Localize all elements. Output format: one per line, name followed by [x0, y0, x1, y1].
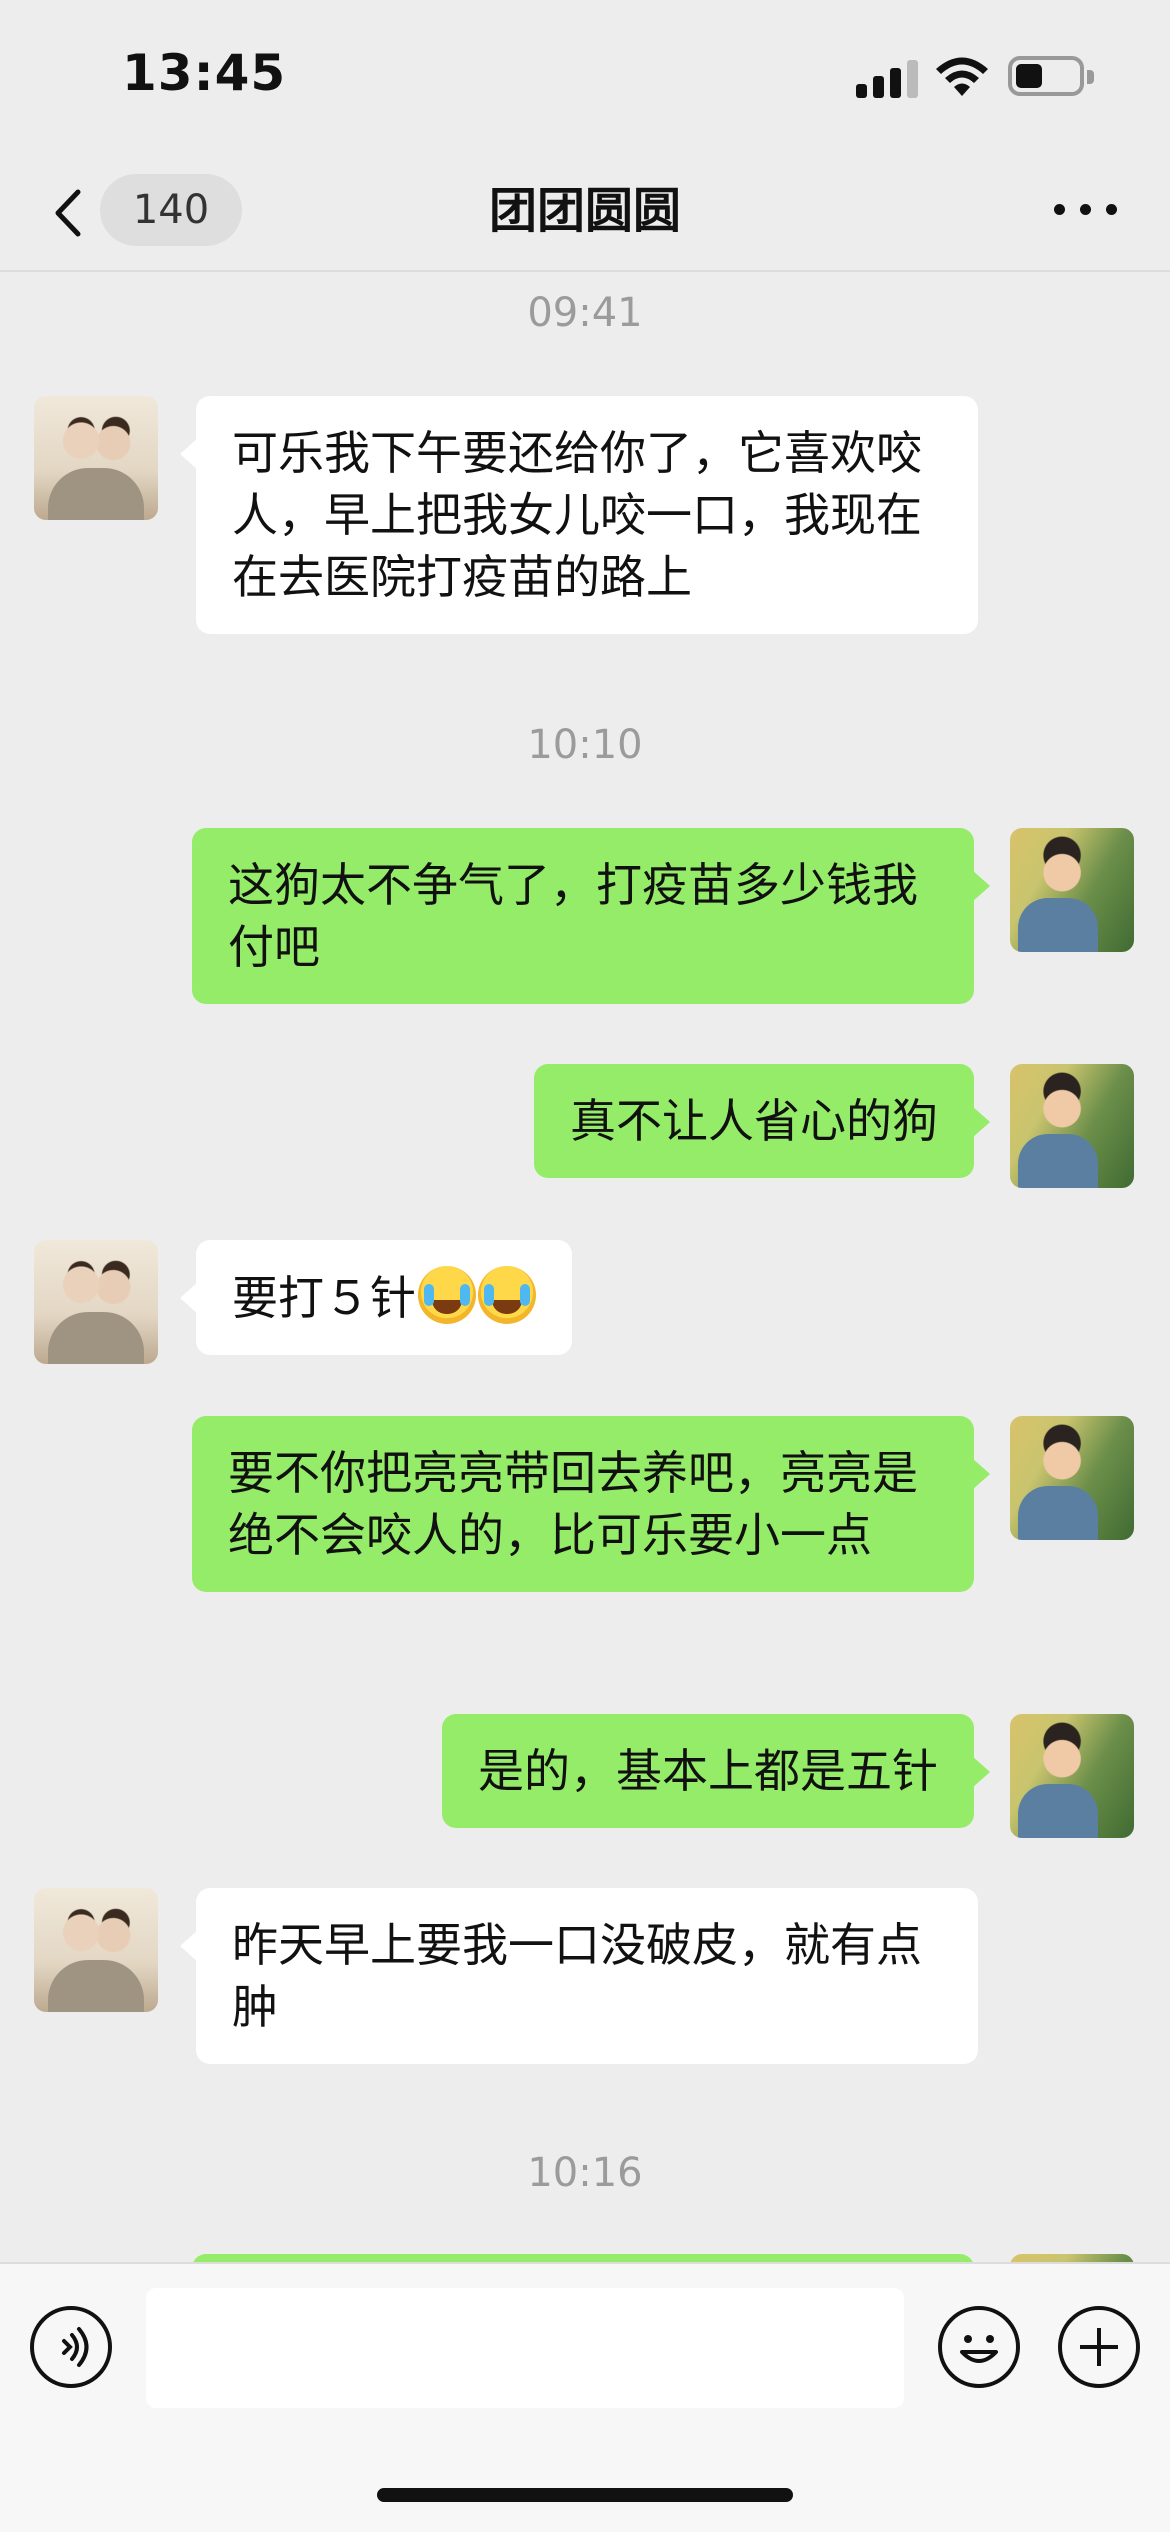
status-time: 13:45	[122, 44, 287, 102]
signal-icon	[856, 58, 918, 98]
message-timestamp: 10:10	[527, 722, 643, 768]
message-bubble[interactable]: 要打５针	[180, 1240, 572, 1355]
message-list[interactable]: 09:41 可乐我下午要还给你了，它喜欢咬人，早上把我女儿咬一口，我现在在去医院…	[0, 272, 1170, 2262]
chat-header: 140 团团圆圆	[0, 150, 1170, 272]
self-avatar[interactable]	[1010, 1416, 1134, 1540]
message-bubble[interactable]: 可乐我下午要还给你了，它喜欢咬人，早上把我女儿咬一口，我现在在去医院打疫苗的路上	[180, 396, 978, 634]
message-input[interactable]	[146, 2288, 904, 2408]
voice-button[interactable]	[30, 2306, 112, 2388]
message-bubble[interactable]: 是的，基本上都是五针	[442, 1714, 990, 1828]
self-avatar[interactable]	[1010, 828, 1134, 952]
emoji-button[interactable]	[938, 2306, 1020, 2388]
status-bar: 13:45	[0, 0, 1170, 150]
contact-avatar[interactable]	[34, 1888, 158, 2012]
message-text: 要打５针	[232, 1271, 416, 1325]
more-icon[interactable]	[1050, 190, 1122, 230]
voice-icon	[62, 2327, 89, 2367]
self-avatar[interactable]	[1010, 2254, 1134, 2262]
self-avatar[interactable]	[1010, 1714, 1134, 1838]
crying-emoji-icon	[418, 1266, 476, 1324]
battery-icon	[1008, 56, 1094, 96]
crying-emoji-icon	[478, 1266, 536, 1324]
message-bubble[interactable]: 这狗太不争气了，打疫苗多少钱我付吧	[192, 828, 990, 1004]
contact-avatar[interactable]	[34, 396, 158, 520]
chat-title: 团团圆圆	[488, 183, 681, 239]
home-indicator[interactable]	[377, 2488, 793, 2502]
message-bubble[interactable]: 昨天早上要我一口没破皮，就有点肿	[180, 1888, 978, 2064]
message-timestamp: 09:41	[527, 290, 643, 336]
emoji-icon	[960, 2335, 998, 2363]
self-avatar[interactable]	[1010, 1064, 1134, 1188]
message-bubble[interactable]	[192, 2254, 974, 2262]
wifi-icon	[936, 57, 988, 96]
plus-icon[interactable]	[1058, 2306, 1140, 2388]
contact-avatar[interactable]	[34, 1240, 158, 1364]
message-bubble[interactable]: 真不让人省心的狗	[534, 1064, 990, 1178]
message-bubble[interactable]: 要不你把亮亮带回去养吧，亮亮是绝不会咬人的，比可乐要小一点	[192, 1416, 990, 1592]
message-timestamp: 10:16	[527, 2150, 643, 2196]
